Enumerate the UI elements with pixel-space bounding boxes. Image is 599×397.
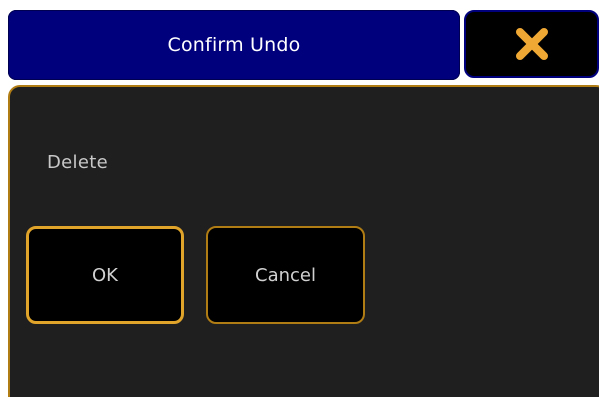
- cancel-button-label: Cancel: [255, 264, 316, 286]
- dialog-title: Confirm Undo: [167, 34, 301, 56]
- dialog-title-bar: Confirm Undo: [8, 10, 460, 80]
- close-button[interactable]: [464, 10, 599, 78]
- close-x-icon: [512, 24, 552, 64]
- ok-button[interactable]: OK: [26, 226, 184, 324]
- dialog-message: Delete: [47, 152, 108, 173]
- confirm-undo-dialog: Confirm Undo Delete OK Cancel: [0, 0, 599, 397]
- cancel-button[interactable]: Cancel: [206, 226, 365, 324]
- ok-button-label: OK: [92, 264, 118, 286]
